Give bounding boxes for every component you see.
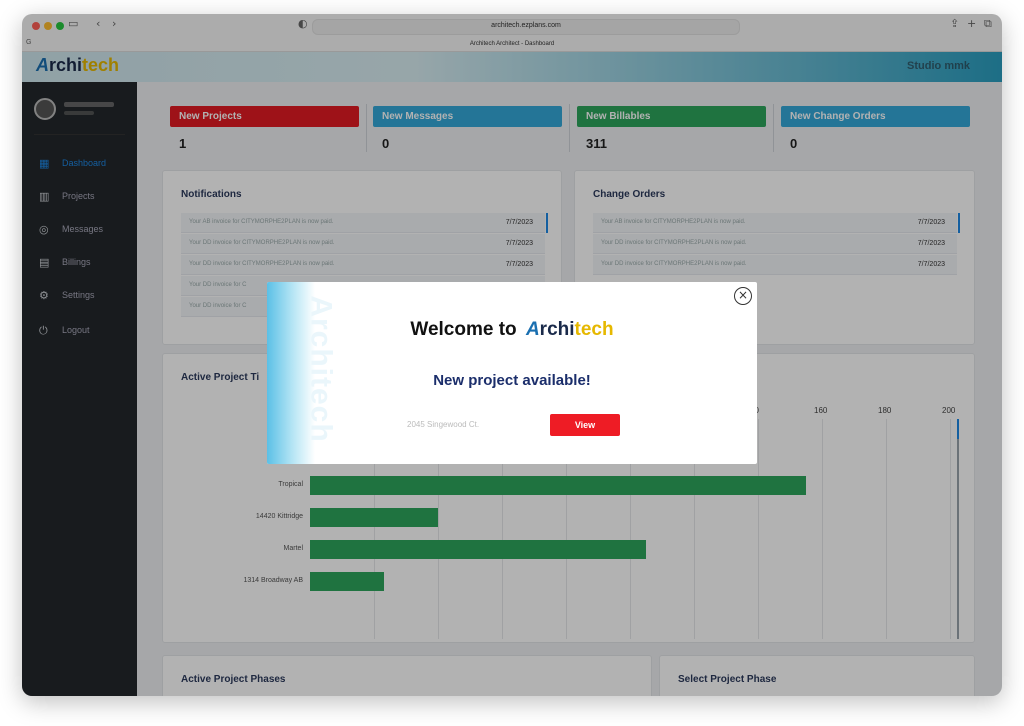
architech-logo: Architech [526, 319, 614, 340]
welcome-modal: Architech × Welcome to Architech New pro… [267, 282, 757, 464]
logo-text-suffix: tech [574, 319, 614, 340]
modal-watermark: Architech [304, 295, 338, 443]
project-address: 2045 Singewood Ct. [407, 420, 480, 429]
close-icon[interactable]: × [734, 287, 752, 305]
logo-mark: A [525, 319, 540, 340]
modal-welcome-heading: Welcome to Architech [267, 319, 757, 341]
browser-window: ▭ ‹ › ◐ architech.ezplans.com ⇪ + ⧉ G Ar… [22, 14, 1002, 696]
welcome-text: Welcome to [410, 319, 517, 340]
modal-headline: New project available! [433, 372, 591, 389]
logo-text-main: rchi [539, 319, 575, 340]
view-button[interactable]: View [550, 414, 620, 436]
